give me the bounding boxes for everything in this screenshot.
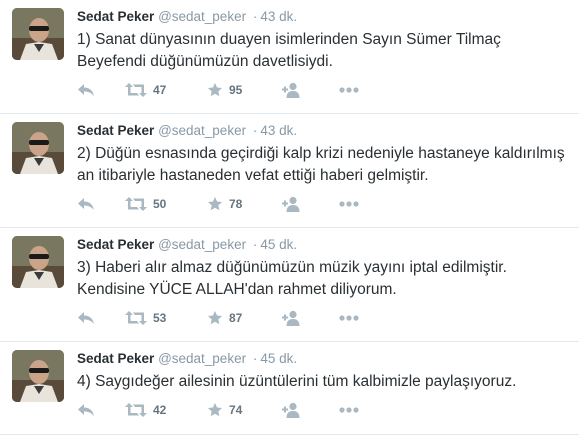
reply-button[interactable]	[77, 80, 95, 100]
tweet-header: Sedat Peker @sedat_peker · 45 dk.	[77, 350, 297, 368]
retweet-count: 50	[153, 197, 167, 211]
tweet-text: 2) Düğün esnasında geçirdiği kalp krizi …	[77, 143, 579, 186]
follow-user-icon	[282, 402, 300, 418]
tweet-feed: Sedat Peker @sedat_peker · 43 dk. 1) Sana…	[0, 0, 579, 435]
follow-button[interactable]	[282, 400, 302, 420]
author-name[interactable]: Sedat Peker	[77, 351, 154, 366]
follow-user-icon	[282, 196, 300, 212]
reply-icon	[78, 198, 94, 210]
reply-button[interactable]	[77, 400, 95, 420]
reply-icon	[78, 312, 94, 324]
follow-button[interactable]	[282, 308, 302, 328]
retweet-button[interactable]: 53	[125, 308, 166, 328]
tweet-text-line: 4) Saygıdeğer ailesinin üzüntülerini tüm…	[77, 373, 517, 390]
retweet-icon	[125, 403, 147, 417]
tweet-text: 4) Saygıdeğer ailesinin üzüntülerini tüm…	[77, 371, 579, 393]
reply-button[interactable]	[77, 194, 95, 214]
retweet-icon	[125, 197, 147, 211]
tweet-header: Sedat Peker @sedat_peker · 43 dk.	[77, 122, 297, 140]
author-handle[interactable]: @sedat_peker	[158, 123, 246, 138]
author-handle[interactable]: @sedat_peker	[158, 351, 246, 366]
star-icon	[208, 311, 222, 325]
reply-icon	[78, 404, 94, 416]
tweet-header: Sedat Peker @sedat_peker · 45 dk.	[77, 236, 297, 254]
reply-icon	[78, 84, 94, 96]
tweet-timestamp[interactable]: 43 dk.	[260, 123, 297, 138]
tweet-text-line: 1) Sanat dünyasının duayen isimlerinden …	[77, 31, 501, 48]
avatar[interactable]	[12, 350, 64, 402]
tweet-header: Sedat Peker @sedat_peker · 43 dk.	[77, 8, 297, 26]
tweet[interactable]: Sedat Peker @sedat_peker · 43 dk. 1) Sana…	[0, 0, 579, 114]
favorite-count: 87	[229, 311, 243, 325]
meta-separator: ·	[252, 9, 258, 24]
follow-button[interactable]	[282, 80, 302, 100]
reply-button[interactable]	[77, 308, 95, 328]
follow-button[interactable]	[282, 194, 302, 214]
retweet-button[interactable]: 47	[125, 80, 166, 100]
avatar[interactable]	[12, 8, 64, 60]
follow-user-icon	[282, 310, 300, 326]
tweet-text-line: 2) Düğün esnasında geçirdiği kalp krizi …	[77, 145, 565, 162]
favorite-button[interactable]: 74	[207, 400, 242, 420]
more-dots-icon	[339, 407, 359, 413]
retweet-count: 42	[153, 403, 167, 417]
retweet-button[interactable]: 50	[125, 194, 166, 214]
tweet[interactable]: Sedat Peker @sedat_peker · 45 dk. 4) Sayg…	[0, 342, 579, 435]
author-handle[interactable]: @sedat_peker	[158, 9, 246, 24]
author-name[interactable]: Sedat Peker	[77, 123, 154, 138]
tweet-timestamp[interactable]: 45 dk.	[260, 237, 297, 252]
tweet-text-line: Beyefendi düğünümüzün davetlisiydi.	[77, 52, 333, 70]
tweet[interactable]: Sedat Peker @sedat_peker · 45 dk. 3) Habe…	[0, 228, 579, 342]
author-handle[interactable]: @sedat_peker	[158, 237, 246, 252]
tweet-timestamp[interactable]: 43 dk.	[260, 9, 297, 24]
tweet-timestamp[interactable]: 45 dk.	[260, 351, 297, 366]
star-icon	[208, 83, 222, 97]
favorite-button[interactable]: 78	[207, 194, 242, 214]
retweet-icon	[125, 83, 147, 97]
tweet-actions: 42 74	[77, 400, 377, 420]
favorite-count: 74	[229, 403, 243, 417]
more-dots-icon	[339, 201, 359, 207]
tweet-text-line: an itibariyle hastaneden vefat ettiği ha…	[77, 166, 429, 184]
tweet-actions: 47 95	[77, 80, 377, 100]
retweet-icon	[125, 311, 147, 325]
tweet-text: 3) Haberi alır almaz düğünümüzün müzik y…	[77, 257, 579, 300]
more-dots-icon	[339, 315, 359, 321]
star-icon	[208, 197, 222, 211]
retweet-count: 47	[153, 83, 167, 97]
favorite-count: 78	[229, 197, 243, 211]
retweet-button[interactable]: 42	[125, 400, 166, 420]
meta-separator: ·	[252, 123, 258, 138]
tweet-text-line: 3) Haberi alır almaz düğünümüzün müzik y…	[77, 259, 507, 276]
favorite-button[interactable]: 95	[207, 80, 242, 100]
more-dots-icon	[339, 87, 359, 93]
meta-separator: ·	[252, 237, 258, 252]
author-name[interactable]: Sedat Peker	[77, 9, 154, 24]
favorite-button[interactable]: 87	[207, 308, 242, 328]
avatar[interactable]	[12, 236, 64, 288]
more-button[interactable]	[339, 400, 359, 420]
more-button[interactable]	[339, 308, 359, 328]
tweet-actions: 53 87	[77, 308, 377, 328]
tweet-actions: 50 78	[77, 194, 377, 214]
more-button[interactable]	[339, 194, 359, 214]
retweet-count: 53	[153, 311, 167, 325]
more-button[interactable]	[339, 80, 359, 100]
tweet[interactable]: Sedat Peker @sedat_peker · 43 dk. 2) Düğü…	[0, 114, 579, 228]
tweet-text: 1) Sanat dünyasının duayen isimlerinden …	[77, 29, 579, 72]
author-name[interactable]: Sedat Peker	[77, 237, 154, 252]
follow-user-icon	[282, 82, 300, 98]
star-icon	[208, 403, 222, 417]
avatar[interactable]	[12, 122, 64, 174]
tweet-text-line: Kendisine YÜCE ALLAH'dan rahmet diliyoru…	[77, 280, 397, 298]
meta-separator: ·	[252, 351, 258, 366]
favorite-count: 95	[229, 83, 243, 97]
